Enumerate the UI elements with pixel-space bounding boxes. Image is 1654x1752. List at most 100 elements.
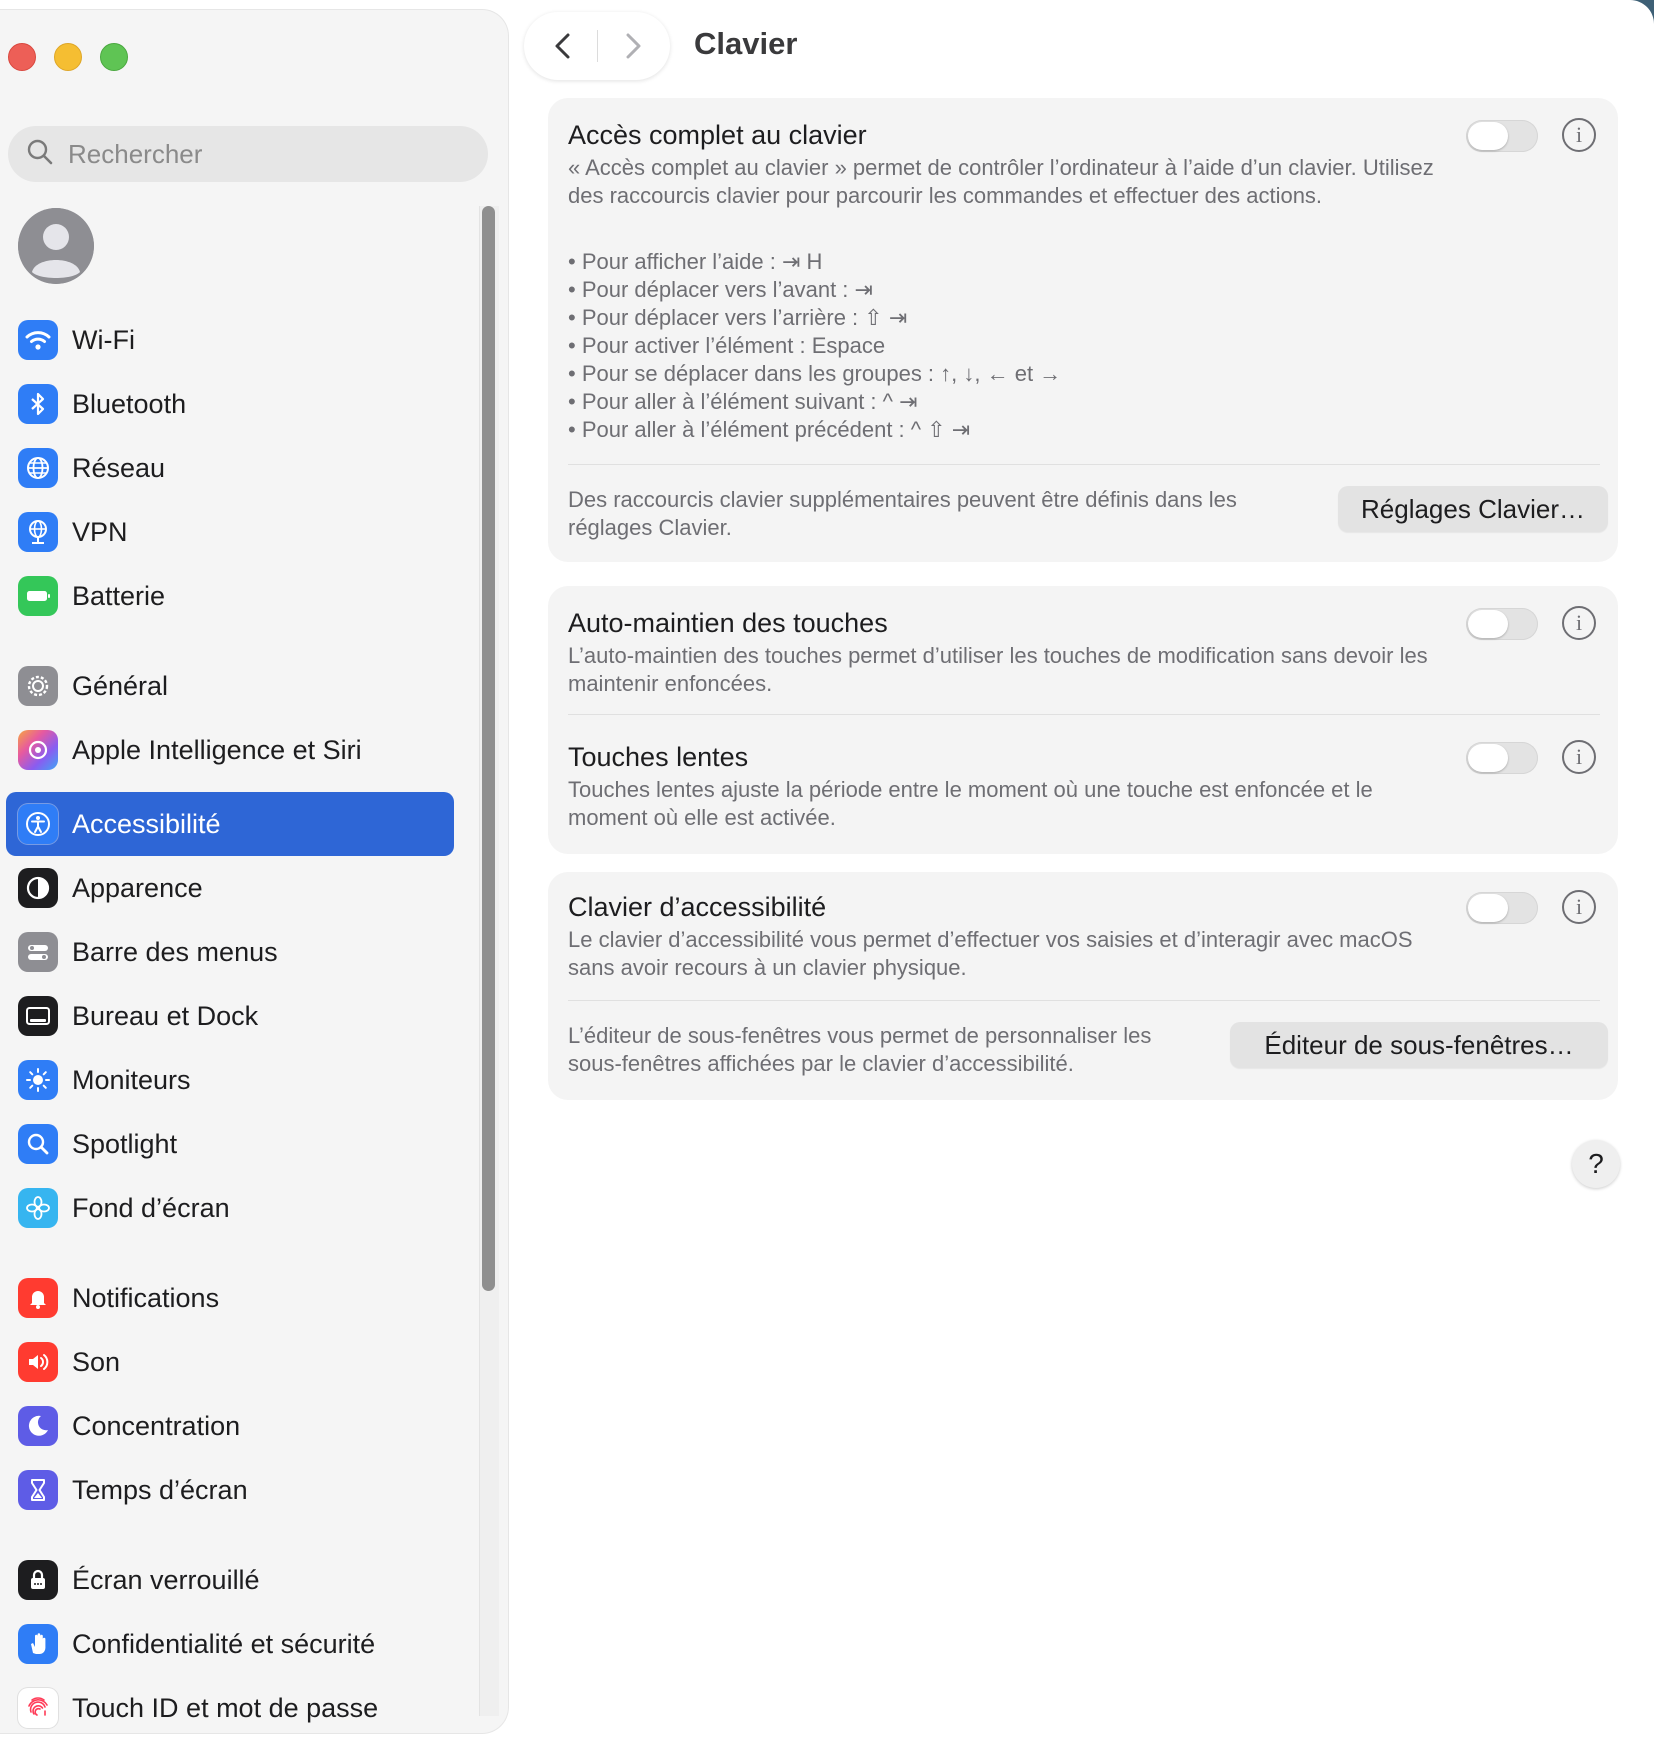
minimize-window-button[interactable] (54, 43, 82, 71)
bell-icon (18, 1278, 58, 1318)
toggle-knob (1468, 894, 1508, 922)
accessibility-keyboard-toggle[interactable] (1466, 892, 1538, 924)
zoom-window-button[interactable] (100, 43, 128, 71)
sidebar-item-label: Touch ID et mot de passe (72, 1692, 379, 1723)
globe-icon (18, 448, 58, 488)
search-input[interactable] (68, 138, 468, 170)
shortcut-item: Pour afficher l’aide : ⇥ H (568, 248, 1061, 276)
toggle-knob (1468, 610, 1508, 638)
sun-icon (18, 1060, 58, 1100)
sidebar-item-general[interactable]: Général (6, 654, 454, 718)
sidebar-item-label: Accessibilité (72, 808, 221, 839)
accessibility-icon (18, 804, 58, 844)
magnifier-icon (18, 1124, 58, 1164)
fingerprint-icon (18, 1688, 58, 1728)
wifi-icon (18, 320, 58, 360)
full-keyboard-access-info-icon[interactable]: i (1562, 118, 1596, 152)
sticky-keys-info-icon[interactable]: i (1562, 606, 1596, 640)
sidebar-item-displays[interactable]: Moniteurs (6, 1048, 454, 1112)
sticky-slow-keys-card: Auto-maintien des touches i L’auto-maint… (548, 586, 1618, 854)
sidebar-item-label: Bluetooth (72, 388, 187, 419)
forward-button[interactable] (612, 26, 652, 66)
toggle-knob (1468, 122, 1508, 150)
sidebar-item-appearance[interactable]: Apparence (6, 856, 454, 920)
sidebar-item-accessibility[interactable]: Accessibilité (6, 792, 454, 856)
sidebar-item-label: Écran verrouillé (72, 1564, 260, 1595)
divider (568, 464, 1600, 465)
nav-divider (597, 30, 598, 62)
page-title: Clavier (694, 26, 798, 61)
chevron-right-icon (626, 33, 641, 59)
bluetooth-icon (18, 384, 58, 424)
sidebar-item-spotlight[interactable]: Spotlight (6, 1112, 454, 1176)
sidebar-item-label: Moniteurs (72, 1064, 191, 1095)
keyboard-settings-button[interactable]: Réglages Clavier… (1338, 486, 1608, 532)
sidebar-item-screen-time[interactable]: Temps d’écran (6, 1458, 454, 1522)
speaker-icon (18, 1342, 58, 1382)
sidebar-item-label: Apple Intelligence et Siri (72, 734, 362, 765)
sidebar-item-siri[interactable]: Apple Intelligence et Siri (6, 718, 454, 782)
close-window-button[interactable] (8, 43, 36, 71)
sidebar-item-desktop-dock[interactable]: Bureau et Dock (6, 984, 454, 1048)
lock-icon (18, 1560, 58, 1600)
hand-icon (18, 1624, 58, 1664)
moon-icon (18, 1406, 58, 1446)
sidebar-item-label: Batterie (72, 580, 166, 611)
full-keyboard-access-toggle[interactable] (1466, 120, 1538, 152)
sidebar-item-label: Spotlight (72, 1128, 178, 1159)
accessibility-keyboard-title: Clavier d’accessibilité (568, 892, 827, 922)
sidebar-item-touch-id[interactable]: Touch ID et mot de passe (6, 1676, 454, 1733)
slow-keys-toggle[interactable] (1466, 742, 1538, 774)
keyboard-settings-hint: Des raccourcis clavier supplémentaires p… (568, 487, 1237, 540)
panel-editor-hint: L’éditeur de sous-fenêtres vous permet d… (568, 1023, 1152, 1076)
full-keyboard-access-title: Accès complet au clavier (568, 120, 867, 150)
help-button[interactable]: ? (1572, 1140, 1620, 1188)
sidebar-item-vpn[interactable]: VPN (6, 500, 454, 564)
sidebar-item-label: Confidentialité et sécurité (72, 1628, 376, 1659)
search-field[interactable] (8, 126, 488, 182)
menubar-icon (18, 932, 58, 972)
navigation-buttons (524, 12, 670, 80)
sidebar-item-battery[interactable]: Batterie (6, 564, 454, 628)
sidebar-item-label: Notifications (72, 1282, 220, 1313)
panel-editor-button[interactable]: Éditeur de sous-fenêtres… (1230, 1022, 1608, 1068)
sticky-keys-description: L’auto-maintien des touches permet d’uti… (568, 643, 1428, 696)
sidebar-item-bluetooth[interactable]: Bluetooth (6, 372, 454, 436)
sidebar-scrollbar-thumb[interactable] (482, 206, 495, 1291)
sidebar-item-label: Fond d’écran (72, 1192, 230, 1223)
gear-icon (18, 666, 58, 706)
sidebar-item-wifi[interactable]: Wi-Fi (6, 308, 454, 372)
shortcut-item: Pour aller à l’élément suivant : ^ ⇥ (568, 388, 1061, 416)
sidebar-item-focus[interactable]: Concentration (6, 1394, 454, 1458)
sidebar-item-label: Temps d’écran (72, 1474, 248, 1505)
search-icon (26, 138, 54, 171)
back-button[interactable] (544, 26, 584, 66)
shortcut-item: Pour déplacer vers l’arrière : ⇧ ⇥ (568, 304, 1061, 332)
sidebar-item-label: VPN (72, 516, 128, 547)
avatar[interactable] (18, 208, 94, 284)
full-keyboard-access-description: « Accès complet au clavier » permet de c… (568, 155, 1434, 208)
sidebar-item-privacy-security[interactable]: Confidentialité et sécurité (6, 1612, 454, 1676)
slow-keys-info-icon[interactable]: i (1562, 740, 1596, 774)
sticky-keys-toggle[interactable] (1466, 608, 1538, 640)
sidebar-item-label: Barre des menus (72, 936, 278, 967)
sidebar-item-menubar[interactable]: Barre des menus (6, 920, 454, 984)
sticky-keys-title: Auto-maintien des touches (568, 608, 888, 638)
flower-icon (18, 1188, 58, 1228)
shortcut-item: Pour aller à l’élément précédent : ^ ⇧ ⇥ (568, 416, 1061, 444)
chevron-left-icon (555, 33, 570, 59)
sidebar-item-network[interactable]: Réseau (6, 436, 454, 500)
sidebar-item-label: Réseau (72, 452, 166, 483)
sidebar-item-notifications[interactable]: Notifications (6, 1266, 454, 1330)
sidebar-item-wallpaper[interactable]: Fond d’écran (6, 1176, 454, 1240)
appearance-icon (18, 868, 58, 908)
accessibility-keyboard-info-icon[interactable]: i (1562, 890, 1596, 924)
accessibility-keyboard-card: Clavier d’accessibilité i Le clavier d’a… (548, 872, 1618, 1100)
sidebar-item-sound[interactable]: Son (6, 1330, 454, 1394)
siri-icon (18, 730, 58, 770)
sidebar-item-label: Wi-Fi (72, 324, 135, 355)
full-keyboard-access-card: Accès complet au clavier i « Accès compl… (548, 98, 1618, 562)
shortcut-item: Pour déplacer vers l’avant : ⇥ (568, 276, 1061, 304)
settings-window: Wi-Fi Bluetooth Réseau VPN Batterie (0, 0, 1654, 1752)
sidebar-item-lock-screen[interactable]: Écran verrouillé (6, 1548, 454, 1612)
